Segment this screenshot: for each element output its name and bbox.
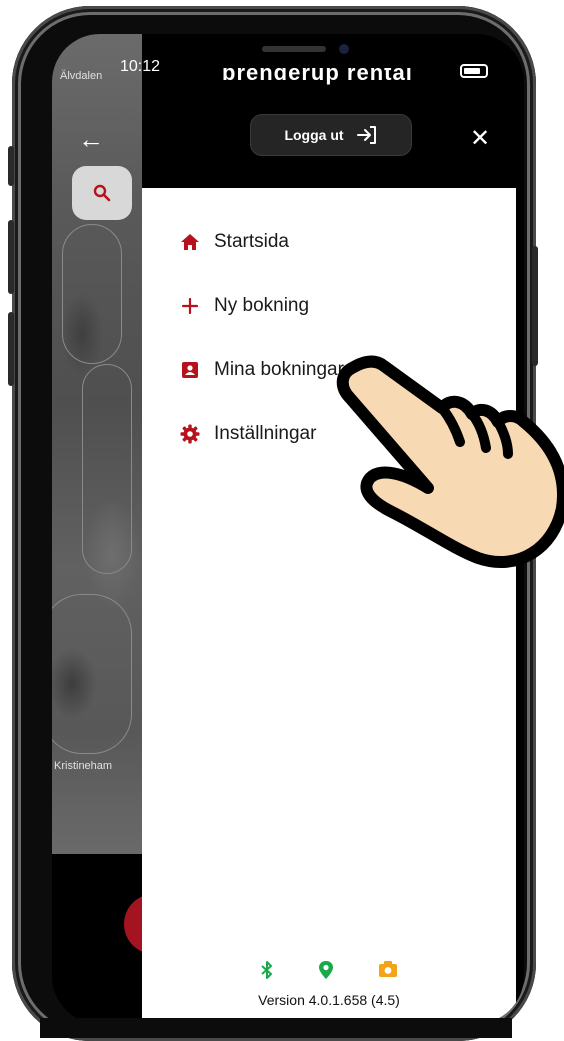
contact-card-icon bbox=[180, 360, 200, 380]
menu-item-label: Startsida bbox=[214, 231, 289, 252]
location-pin-icon bbox=[319, 961, 333, 979]
version-text: Version 4.0.1.658 (4.5) bbox=[258, 992, 400, 1008]
status-icons bbox=[142, 960, 516, 980]
drawer-menu: Startsida Ny bokning Mina bokningar Inst… bbox=[180, 210, 344, 466]
search-button[interactable] bbox=[72, 166, 132, 220]
logout-icon bbox=[356, 126, 376, 144]
front-camera bbox=[339, 44, 349, 54]
menu-item-installningar[interactable]: Inställningar bbox=[180, 402, 344, 466]
logout-label: Logga ut bbox=[284, 127, 344, 143]
mute-switch bbox=[8, 146, 14, 186]
menu-item-label: Ny bokning bbox=[214, 295, 310, 316]
volume-down-button bbox=[8, 312, 14, 386]
menu-item-label: Inställningar bbox=[214, 423, 317, 444]
menu-item-ny-bokning[interactable]: Ny bokning bbox=[180, 274, 344, 338]
drawer-menu-panel: Startsida Ny bokning Mina bokningar Inst… bbox=[142, 188, 516, 1024]
volume-up-button bbox=[8, 220, 14, 294]
drawer-footer: Version 4.0.1.658 (4.5) bbox=[142, 944, 516, 1024]
close-drawer-button[interactable]: ✕ bbox=[470, 124, 490, 153]
close-icon: ✕ bbox=[470, 125, 491, 152]
home-icon bbox=[180, 232, 200, 252]
phone-bezel-bottom bbox=[40, 1018, 512, 1038]
plus-icon bbox=[180, 296, 200, 316]
gear-icon bbox=[180, 424, 200, 444]
camera-icon bbox=[379, 961, 397, 977]
logout-button[interactable]: Logga ut bbox=[250, 114, 412, 156]
brand-logo: brenderup rental bbox=[222, 68, 413, 85]
speaker-grille bbox=[262, 46, 326, 52]
search-icon bbox=[93, 184, 111, 202]
back-arrow-icon[interactable]: ← bbox=[78, 124, 104, 155]
menu-item-mina-bokningar[interactable]: Mina bokningar bbox=[180, 338, 344, 402]
pointing-hand-icon bbox=[336, 355, 564, 568]
status-time: 10:12 bbox=[120, 58, 161, 75]
bluetooth-icon bbox=[261, 961, 272, 979]
map-label-alvdalen: Älvdalen bbox=[60, 70, 103, 82]
battery-icon bbox=[460, 64, 488, 78]
map-label-kristinehamn: Kristineham bbox=[54, 760, 113, 772]
menu-item-label: Mina bokningar bbox=[214, 359, 344, 380]
menu-item-startsida[interactable]: Startsida bbox=[180, 210, 344, 274]
map-view[interactable]: Älvdalen Kristineham bbox=[52, 34, 152, 854]
